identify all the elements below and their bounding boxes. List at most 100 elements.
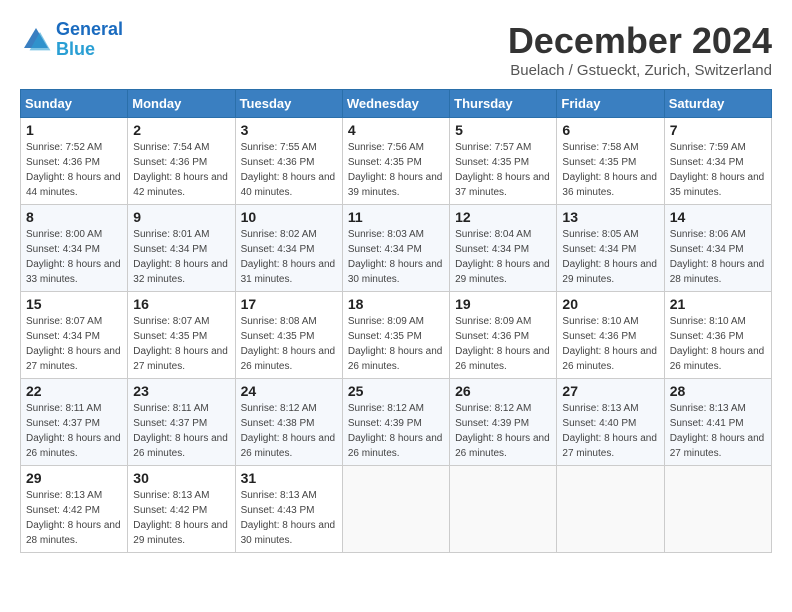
day-info: Sunrise: 8:11 AM Sunset: 4:37 PM Dayligh… [133,403,228,459]
day-number: 19 [455,296,551,312]
calendar-cell: 27 Sunrise: 8:13 AM Sunset: 4:40 PM Dayl… [557,379,664,466]
weekday-header-friday: Friday [557,90,664,118]
day-number: 12 [455,209,551,225]
calendar-cell: 11 Sunrise: 8:03 AM Sunset: 4:34 PM Dayl… [342,205,449,292]
calendar-cell: 20 Sunrise: 8:10 AM Sunset: 4:36 PM Dayl… [557,292,664,379]
day-info: Sunrise: 8:10 AM Sunset: 4:36 PM Dayligh… [670,316,765,372]
calendar-cell: 6 Sunrise: 7:58 AM Sunset: 4:35 PM Dayli… [557,118,664,205]
day-number: 1 [26,122,122,138]
calendar-cell: 1 Sunrise: 7:52 AM Sunset: 4:36 PM Dayli… [21,118,128,205]
weekday-header-wednesday: Wednesday [342,90,449,118]
day-info: Sunrise: 8:07 AM Sunset: 4:35 PM Dayligh… [133,316,228,372]
weekday-header-sunday: Sunday [21,90,128,118]
weekday-header-saturday: Saturday [664,90,771,118]
calendar-cell: 23 Sunrise: 8:11 AM Sunset: 4:37 PM Dayl… [128,379,235,466]
day-info: Sunrise: 7:54 AM Sunset: 4:36 PM Dayligh… [133,142,228,198]
day-info: Sunrise: 8:13 AM Sunset: 4:40 PM Dayligh… [562,403,657,459]
day-number: 10 [241,209,337,225]
day-info: Sunrise: 8:11 AM Sunset: 4:37 PM Dayligh… [26,403,121,459]
day-info: Sunrise: 7:55 AM Sunset: 4:36 PM Dayligh… [241,142,336,198]
day-info: Sunrise: 8:05 AM Sunset: 4:34 PM Dayligh… [562,229,657,285]
day-info: Sunrise: 7:56 AM Sunset: 4:35 PM Dayligh… [348,142,443,198]
day-number: 3 [241,122,337,138]
day-number: 5 [455,122,551,138]
day-info: Sunrise: 8:09 AM Sunset: 4:35 PM Dayligh… [348,316,443,372]
calendar-cell: 19 Sunrise: 8:09 AM Sunset: 4:36 PM Dayl… [450,292,557,379]
calendar-header: SundayMondayTuesdayWednesdayThursdayFrid… [21,90,772,118]
weekday-header-monday: Monday [128,90,235,118]
calendar-cell: 14 Sunrise: 8:06 AM Sunset: 4:34 PM Dayl… [664,205,771,292]
month-title: December 2024 [508,20,772,62]
day-info: Sunrise: 8:10 AM Sunset: 4:36 PM Dayligh… [562,316,657,372]
calendar-cell: 15 Sunrise: 8:07 AM Sunset: 4:34 PM Dayl… [21,292,128,379]
day-info: Sunrise: 8:06 AM Sunset: 4:34 PM Dayligh… [670,229,765,285]
day-info: Sunrise: 8:13 AM Sunset: 4:42 PM Dayligh… [133,490,228,546]
header: General Blue December 2024 Buelach / Gst… [20,20,772,79]
day-number: 11 [348,209,444,225]
day-number: 6 [562,122,658,138]
calendar-cell: 25 Sunrise: 8:12 AM Sunset: 4:39 PM Dayl… [342,379,449,466]
day-info: Sunrise: 8:12 AM Sunset: 4:39 PM Dayligh… [348,403,443,459]
day-info: Sunrise: 8:13 AM Sunset: 4:41 PM Dayligh… [670,403,765,459]
day-number: 25 [348,383,444,399]
day-number: 8 [26,209,122,225]
title-area: December 2024 Buelach / Gstueckt, Zurich… [508,20,772,79]
day-info: Sunrise: 7:57 AM Sunset: 4:35 PM Dayligh… [455,142,550,198]
calendar-cell: 16 Sunrise: 8:07 AM Sunset: 4:35 PM Dayl… [128,292,235,379]
calendar-cell: 26 Sunrise: 8:12 AM Sunset: 4:39 PM Dayl… [450,379,557,466]
calendar-cell: 12 Sunrise: 8:04 AM Sunset: 4:34 PM Dayl… [450,205,557,292]
week-row-3: 15 Sunrise: 8:07 AM Sunset: 4:34 PM Dayl… [21,292,772,379]
day-number: 23 [133,383,229,399]
day-number: 13 [562,209,658,225]
calendar-cell: 21 Sunrise: 8:10 AM Sunset: 4:36 PM Dayl… [664,292,771,379]
day-number: 17 [241,296,337,312]
calendar-cell: 24 Sunrise: 8:12 AM Sunset: 4:38 PM Dayl… [235,379,342,466]
day-info: Sunrise: 7:59 AM Sunset: 4:34 PM Dayligh… [670,142,765,198]
weekday-row: SundayMondayTuesdayWednesdayThursdayFrid… [21,90,772,118]
day-number: 21 [670,296,766,312]
weekday-header-tuesday: Tuesday [235,90,342,118]
logo: General Blue [20,20,123,60]
calendar-cell: 2 Sunrise: 7:54 AM Sunset: 4:36 PM Dayli… [128,118,235,205]
day-info: Sunrise: 8:03 AM Sunset: 4:34 PM Dayligh… [348,229,443,285]
calendar-cell: 29 Sunrise: 8:13 AM Sunset: 4:42 PM Dayl… [21,466,128,553]
day-info: Sunrise: 8:04 AM Sunset: 4:34 PM Dayligh… [455,229,550,285]
calendar-cell: 3 Sunrise: 7:55 AM Sunset: 4:36 PM Dayli… [235,118,342,205]
calendar-cell: 8 Sunrise: 8:00 AM Sunset: 4:34 PM Dayli… [21,205,128,292]
day-info: Sunrise: 8:08 AM Sunset: 4:35 PM Dayligh… [241,316,336,372]
calendar-cell: 9 Sunrise: 8:01 AM Sunset: 4:34 PM Dayli… [128,205,235,292]
calendar-cell [450,466,557,553]
calendar-cell: 28 Sunrise: 8:13 AM Sunset: 4:41 PM Dayl… [664,379,771,466]
calendar-cell: 13 Sunrise: 8:05 AM Sunset: 4:34 PM Dayl… [557,205,664,292]
logo-text: General Blue [56,20,123,60]
calendar-cell [557,466,664,553]
day-number: 31 [241,470,337,486]
day-number: 26 [455,383,551,399]
day-info: Sunrise: 8:13 AM Sunset: 4:43 PM Dayligh… [241,490,336,546]
subtitle: Buelach / Gstueckt, Zurich, Switzerland [508,62,772,79]
day-number: 24 [241,383,337,399]
calendar-cell [664,466,771,553]
calendar-cell: 31 Sunrise: 8:13 AM Sunset: 4:43 PM Dayl… [235,466,342,553]
calendar-cell: 5 Sunrise: 7:57 AM Sunset: 4:35 PM Dayli… [450,118,557,205]
day-number: 14 [670,209,766,225]
week-row-5: 29 Sunrise: 8:13 AM Sunset: 4:42 PM Dayl… [21,466,772,553]
week-row-2: 8 Sunrise: 8:00 AM Sunset: 4:34 PM Dayli… [21,205,772,292]
day-number: 18 [348,296,444,312]
day-info: Sunrise: 8:01 AM Sunset: 4:34 PM Dayligh… [133,229,228,285]
day-info: Sunrise: 8:09 AM Sunset: 4:36 PM Dayligh… [455,316,550,372]
day-number: 15 [26,296,122,312]
day-number: 2 [133,122,229,138]
day-number: 22 [26,383,122,399]
day-number: 27 [562,383,658,399]
day-number: 30 [133,470,229,486]
day-info: Sunrise: 7:58 AM Sunset: 4:35 PM Dayligh… [562,142,657,198]
calendar-body: 1 Sunrise: 7:52 AM Sunset: 4:36 PM Dayli… [21,118,772,553]
logo-icon [20,24,52,56]
day-info: Sunrise: 7:52 AM Sunset: 4:36 PM Dayligh… [26,142,121,198]
calendar-cell: 17 Sunrise: 8:08 AM Sunset: 4:35 PM Dayl… [235,292,342,379]
day-number: 16 [133,296,229,312]
day-number: 29 [26,470,122,486]
day-info: Sunrise: 8:12 AM Sunset: 4:38 PM Dayligh… [241,403,336,459]
weekday-header-thursday: Thursday [450,90,557,118]
